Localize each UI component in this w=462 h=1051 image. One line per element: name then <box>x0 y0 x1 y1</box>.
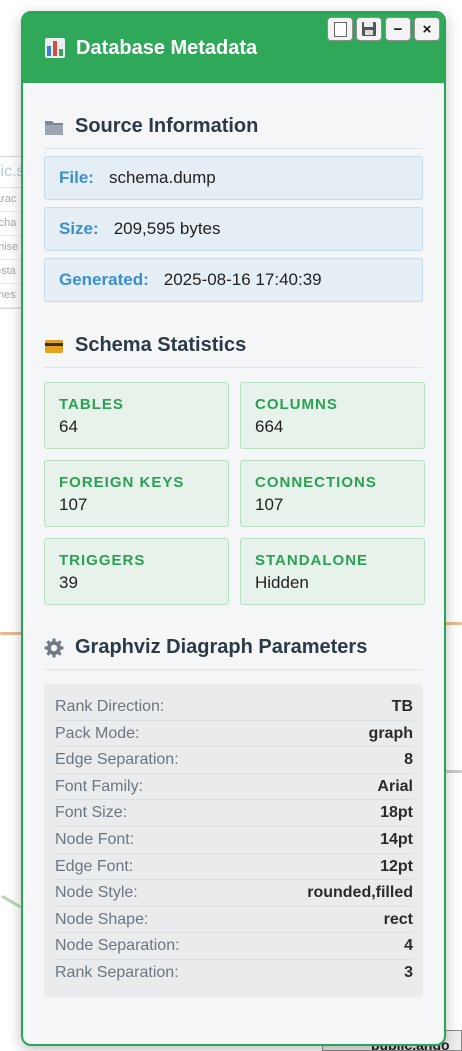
param-row: Pack Mode: graph <box>55 721 413 748</box>
stat-label: TABLES <box>59 396 124 413</box>
background-node-row: arac <box>0 188 23 212</box>
card-icon <box>45 339 63 353</box>
stat-value: 39 <box>59 573 78 592</box>
stat-label: STANDALONE <box>255 552 369 569</box>
background-node-row: mes <box>0 284 23 308</box>
stats-grid: TABLES 64 COLUMNS 664 FOREIGN KEYS 107 C… <box>44 382 425 605</box>
stat-value: 107 <box>59 495 88 514</box>
stat-label: TRIGGERS <box>59 552 146 569</box>
stat-value: 107 <box>255 495 284 514</box>
background-node-row: (cha <box>0 212 23 236</box>
notes-button[interactable] <box>327 17 353 41</box>
param-label: Rank Separation: <box>55 963 179 981</box>
param-value: 3 <box>404 963 413 981</box>
save-icon <box>362 22 376 36</box>
param-value: 4 <box>404 937 413 955</box>
background-edge <box>446 770 462 773</box>
background-edge <box>0 632 22 635</box>
stat-value: 664 <box>255 417 284 436</box>
param-row: Node Separation: 4 <box>55 933 413 960</box>
param-label: Rank Direction: <box>55 698 165 715</box>
param-row: Edge Separation: 8 <box>55 747 413 774</box>
background-node-row: mise <box>0 236 23 260</box>
size-info-row: Size: 209,595 bytes <box>44 207 423 251</box>
window-controls: − × <box>327 17 440 41</box>
background-node-header: lic.s <box>0 157 25 188</box>
param-value: rect <box>383 910 413 928</box>
stat-card-standalone: STANDALONE Hidden <box>240 538 425 605</box>
source-section-header: Source Information <box>44 105 423 149</box>
param-label: Node Style: <box>55 884 138 902</box>
file-label: File: <box>59 168 94 187</box>
param-value: 8 <box>404 751 413 769</box>
close-button[interactable]: × <box>414 17 440 41</box>
generated-info-row: Generated: 2025-08-16 17:40:39 <box>44 258 423 302</box>
stat-label: CONNECTIONS <box>255 474 377 491</box>
param-label: Node Font: <box>55 830 135 848</box>
param-value: rounded,filled <box>307 884 413 902</box>
notes-icon <box>333 21 347 37</box>
param-row: Font Size: 18pt <box>55 800 413 827</box>
minimize-button[interactable]: − <box>385 17 411 41</box>
param-row: Edge Font: 12pt <box>55 854 413 881</box>
background-edge <box>0 894 22 909</box>
param-value: 14pt <box>380 830 413 848</box>
panel-titlebar[interactable]: Database Metadata − × <box>23 13 444 83</box>
param-label: Font Family: <box>55 777 144 795</box>
stat-card-tables: TABLES 64 <box>44 382 229 449</box>
stats-section-header: Schema Statistics <box>44 324 423 368</box>
param-label: Edge Font: <box>55 857 134 875</box>
param-label: Node Shape: <box>55 910 149 928</box>
stat-card-foreign-keys: FOREIGN KEYS 107 <box>44 460 229 527</box>
stat-label: COLUMNS <box>255 396 338 413</box>
generated-value: 2025-08-16 17:40:39 <box>163 270 322 289</box>
size-value: 209,595 bytes <box>113 219 221 238</box>
param-value: Arial <box>377 777 413 795</box>
size-label: Size: <box>59 219 99 238</box>
graphviz-params-list: Rank Direction: TB Pack Mode: graph Edge… <box>44 684 423 997</box>
bar-chart-icon <box>45 38 65 58</box>
background-node-row: esta <box>0 260 23 284</box>
panel-title: Database Metadata <box>76 36 258 59</box>
param-label: Font Size: <box>55 804 128 822</box>
param-row: Font Family: Arial <box>55 774 413 801</box>
stat-value: Hidden <box>255 573 309 592</box>
param-row: Rank Direction: TB <box>55 694 413 721</box>
param-row: Node Style: rounded,filled <box>55 880 413 907</box>
generated-label: Generated: <box>59 270 149 289</box>
param-label: Node Separation: <box>55 937 180 955</box>
param-row: Node Font: 14pt <box>55 827 413 854</box>
folder-icon <box>45 120 63 135</box>
param-value: TB <box>391 698 413 715</box>
file-value: schema.dump <box>108 168 216 187</box>
param-value: 18pt <box>380 804 413 822</box>
graphviz-section-header: Graphviz Diagraph Parameters <box>44 626 423 670</box>
gear-icon <box>44 638 64 657</box>
stat-card-triggers: TRIGGERS 39 <box>44 538 229 605</box>
save-button[interactable] <box>356 17 382 41</box>
stat-label: FOREIGN KEYS <box>59 474 185 491</box>
param-value: 12pt <box>380 857 413 875</box>
file-info-row: File: schema.dump <box>44 156 423 200</box>
metadata-panel: Database Metadata − × Source Information… <box>21 11 446 1046</box>
source-section-title: Source Information <box>75 115 259 137</box>
param-row: Node Shape: rect <box>55 907 413 934</box>
graphviz-section-title: Graphviz Diagraph Parameters <box>75 636 368 658</box>
stat-card-connections: CONNECTIONS 107 <box>240 460 425 527</box>
background-edge <box>444 622 462 625</box>
param-row: Rank Separation: 3 <box>55 960 413 987</box>
panel-content: Source Information File: schema.dump Siz… <box>23 105 444 997</box>
stats-section-title: Schema Statistics <box>75 334 247 356</box>
param-label: Pack Mode: <box>55 724 140 742</box>
stat-value: 64 <box>59 417 78 436</box>
param-value: graph <box>368 724 413 742</box>
stat-card-columns: COLUMNS 664 <box>240 382 425 449</box>
param-label: Edge Separation: <box>55 751 179 769</box>
